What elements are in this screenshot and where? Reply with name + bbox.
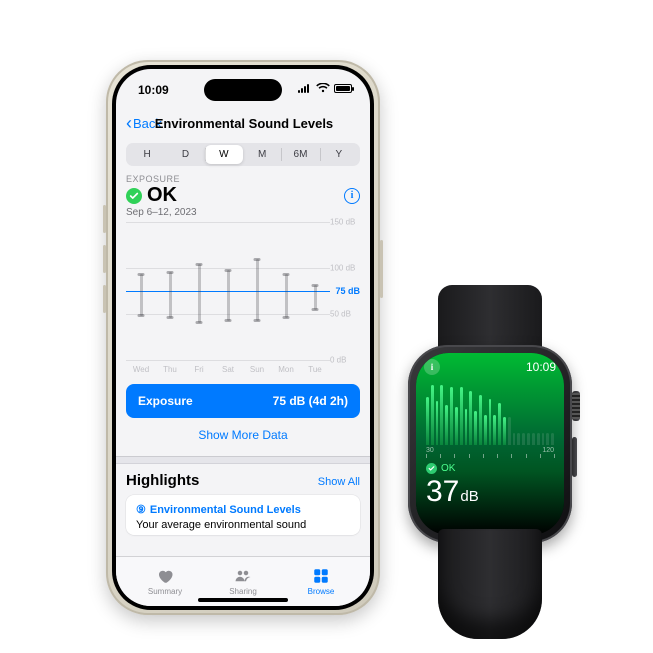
people-icon — [233, 567, 253, 585]
date-range: Sep 6–12, 2023 — [126, 207, 360, 218]
apple-watch-device: i 10:09 30 120 OK 37dB — [395, 345, 585, 543]
show-all-button[interactable]: Show All — [318, 476, 360, 488]
tab-browse[interactable]: Browse — [282, 557, 360, 606]
watch-time: 10:09 — [526, 360, 556, 374]
highlight-card-title: Environmental Sound Levels — [150, 504, 301, 516]
watch-check-icon — [426, 463, 437, 474]
show-more-button[interactable]: Show More Data — [126, 418, 360, 456]
heart-icon — [155, 567, 175, 585]
grid-icon — [311, 567, 331, 585]
seg-6m[interactable]: 6M — [281, 145, 319, 164]
exposure-summary-card[interactable]: Exposure 75 dB (4d 2h) — [126, 384, 360, 418]
ear-icon: ⑨ — [136, 503, 146, 516]
iphone-device: 10:09 ‹ Back Environmental Sound Levels — [106, 60, 380, 615]
seg-y[interactable]: Y — [320, 145, 358, 164]
watch-db-value: 37dB — [426, 475, 479, 509]
exposure-card-value: 75 dB (4d 2h) — [273, 394, 348, 408]
seg-d[interactable]: D — [166, 145, 204, 164]
page-title: Environmental Sound Levels — [128, 116, 360, 131]
highlight-card-sub: Your average environmental sound — [136, 519, 350, 531]
seg-m[interactable]: M — [243, 145, 281, 164]
highlights-heading: Highlights — [126, 472, 199, 489]
threshold-label: 75 dB — [335, 286, 360, 296]
status-text: OK — [147, 184, 177, 207]
exposure-chart[interactable]: 0 dB50 dB100 dB150 dB 75 dB WedThuFriSat… — [126, 222, 360, 374]
seg-h[interactable]: H — [128, 145, 166, 164]
battery-icon — [334, 84, 352, 93]
time-range-segmented[interactable]: H D W M 6M Y — [126, 143, 360, 166]
noise-bars — [426, 381, 554, 445]
wifi-icon — [316, 83, 330, 93]
exposure-card-label: Exposure — [138, 394, 193, 408]
tab-summary[interactable]: Summary — [126, 557, 204, 606]
cellular-icon — [298, 83, 312, 93]
watch-band-bottom — [438, 529, 542, 639]
status-time: 10:09 — [138, 83, 169, 97]
exposure-label: EXPOSURE — [126, 174, 360, 184]
dynamic-island — [204, 79, 282, 101]
watch-info-icon[interactable]: i — [424, 359, 440, 375]
highlight-card[interactable]: ⑨ Environmental Sound Levels Your average… — [126, 495, 360, 535]
watch-side-button[interactable] — [572, 437, 577, 477]
info-icon[interactable]: i — [344, 188, 360, 204]
seg-w[interactable]: W — [205, 145, 243, 164]
digital-crown[interactable] — [572, 391, 580, 421]
watch-status: OK — [441, 463, 455, 474]
check-circle-icon — [126, 188, 142, 204]
home-indicator[interactable] — [198, 598, 288, 602]
section-divider — [116, 456, 370, 464]
